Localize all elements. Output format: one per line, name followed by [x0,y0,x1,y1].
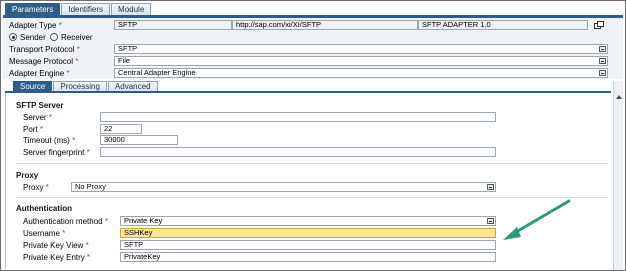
dropdown-icon[interactable] [487,184,494,190]
fingerprint-input[interactable] [100,147,496,157]
adapter-engine-select[interactable]: Central Adapter Engine [114,68,608,78]
dropdown-icon[interactable] [599,46,606,52]
vertical-scrollbar[interactable] [613,81,623,270]
adapter-config-window: Parameters Identifiers Module Adapter Ty… [0,0,626,271]
proxy-label: Proxy * [23,183,49,192]
sftp-server-title: SFTP Server [16,101,64,110]
scroll-up-icon[interactable] [615,93,623,101]
adapter-namespace-field: http://sap.com/xi/XI/SFTP [232,20,418,30]
server-label: Server * [23,113,52,122]
port-input[interactable]: 22 [100,124,142,134]
server-input[interactable] [100,112,496,122]
adapter-type-label: Adapter Type * [9,21,62,30]
dropdown-icon[interactable] [599,58,606,64]
copy-icon[interactable] [594,21,604,30]
auth-method-select[interactable]: Private Key [120,216,496,226]
transport-protocol-label: Transport Protocol * [9,45,80,54]
transport-protocol-select[interactable]: SFTP [114,44,608,54]
pk-entry-input[interactable]: PrivateKey [120,252,496,262]
adapter-engine-label: Adapter Engine * [9,69,70,78]
username-label: Username * [23,229,66,238]
sender-radio[interactable] [9,33,17,41]
adapter-version-field: SFTP ADAPTER 1.0 [418,20,588,30]
receiver-radio[interactable] [50,33,58,41]
timeout-input[interactable]: 30000 [100,135,178,145]
dropdown-icon[interactable] [487,218,494,224]
proxy-select[interactable]: No Proxy [71,182,496,192]
sender-label: Sender [20,33,46,42]
proxy-title: Proxy [16,171,39,180]
section-divider [16,163,608,164]
pk-view-input[interactable]: SFTP [120,240,496,250]
annotation-arrow-icon [503,199,571,240]
receiver-label: Receiver [61,33,93,42]
message-protocol-label: Message Protocol * [9,57,79,66]
adapter-type-field: SFTP [114,20,232,30]
dropdown-icon[interactable] [599,70,606,76]
auth-method-label: Authentication method * [23,217,108,226]
pk-entry-label: Private Key Entry * [23,253,91,262]
username-input[interactable]: SSHKey [120,228,496,238]
adapter-header: Adapter Type * SFTP http://sap.com/xi/XI… [3,18,623,79]
timeout-label: Timeout (ms) * [23,136,76,145]
pk-view-label: Private Key View * [23,241,89,250]
fingerprint-label: Server fingerprint * [23,148,90,157]
authentication-title: Authentication [16,204,72,213]
message-protocol-select[interactable]: File [114,56,608,66]
port-label: Port * [23,125,44,134]
